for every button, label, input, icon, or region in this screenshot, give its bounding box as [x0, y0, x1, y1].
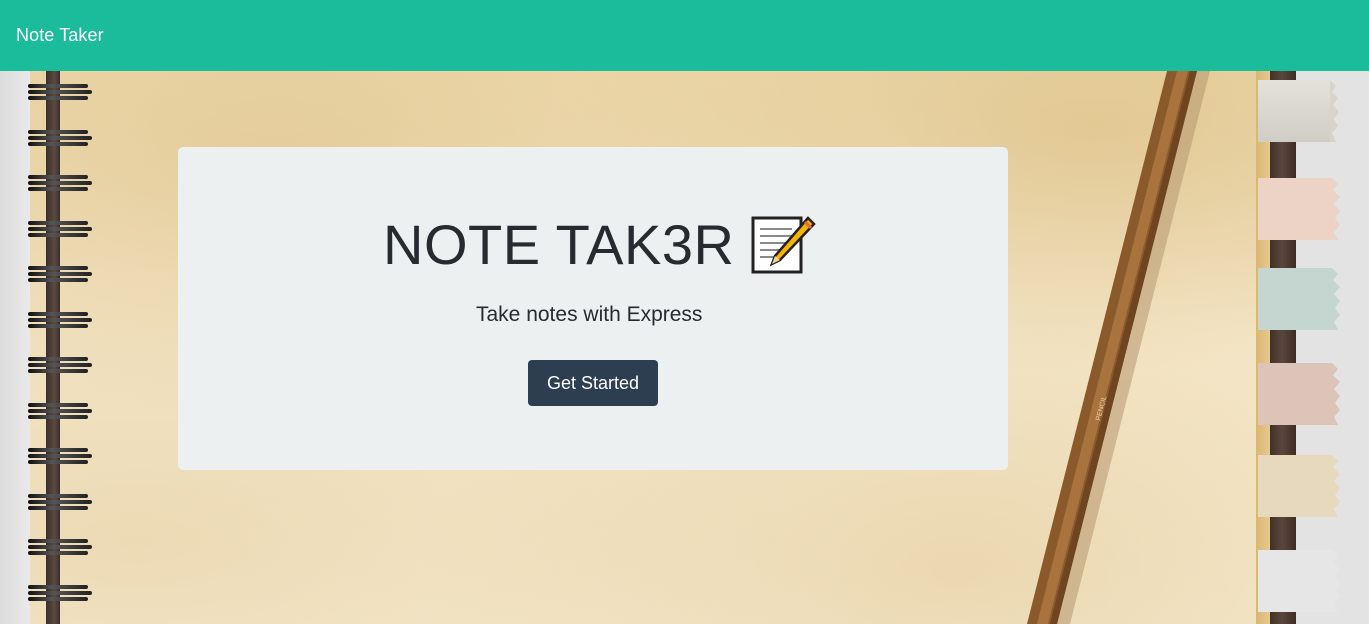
- notebook-right-spine: [1268, 71, 1296, 624]
- index-tab-rose: [1258, 363, 1340, 425]
- spiral-ring: [28, 448, 94, 466]
- memo-icon: [751, 216, 817, 274]
- index-tab-beige: [1258, 455, 1340, 517]
- spiral-ring: [28, 175, 94, 193]
- spiral-ring: [28, 311, 94, 330]
- page: Note Taker PENCIL NOTE TAK3R Take notes …: [0, 0, 1369, 624]
- spiral-ring: [28, 84, 94, 102]
- notebook-right-background: [1296, 71, 1369, 624]
- notebook-left-edge: [0, 71, 30, 624]
- navbar: Note Taker: [0, 0, 1369, 71]
- index-tab-gray: [1258, 80, 1339, 142]
- notebook-right-edge: [1256, 71, 1270, 624]
- spiral-ring: [28, 584, 94, 603]
- spiral-ring: [28, 357, 94, 375]
- spiral-ring: [28, 220, 94, 239]
- spiral-ring: [28, 266, 94, 284]
- brand-link[interactable]: Note Taker: [16, 25, 104, 46]
- spiral-ring: [28, 539, 94, 557]
- index-tab-pink: [1258, 178, 1340, 240]
- spiral-ring: [28, 493, 94, 512]
- get-started-button[interactable]: Get Started: [528, 360, 658, 406]
- page-title: NOTE TAK3R: [383, 213, 735, 276]
- subtitle-text: Take notes with Express: [476, 303, 703, 326]
- spiral-ring: [28, 402, 94, 421]
- index-tab-light: [1258, 550, 1340, 612]
- index-tab-teal: [1258, 268, 1340, 330]
- spiral-ring: [28, 129, 94, 148]
